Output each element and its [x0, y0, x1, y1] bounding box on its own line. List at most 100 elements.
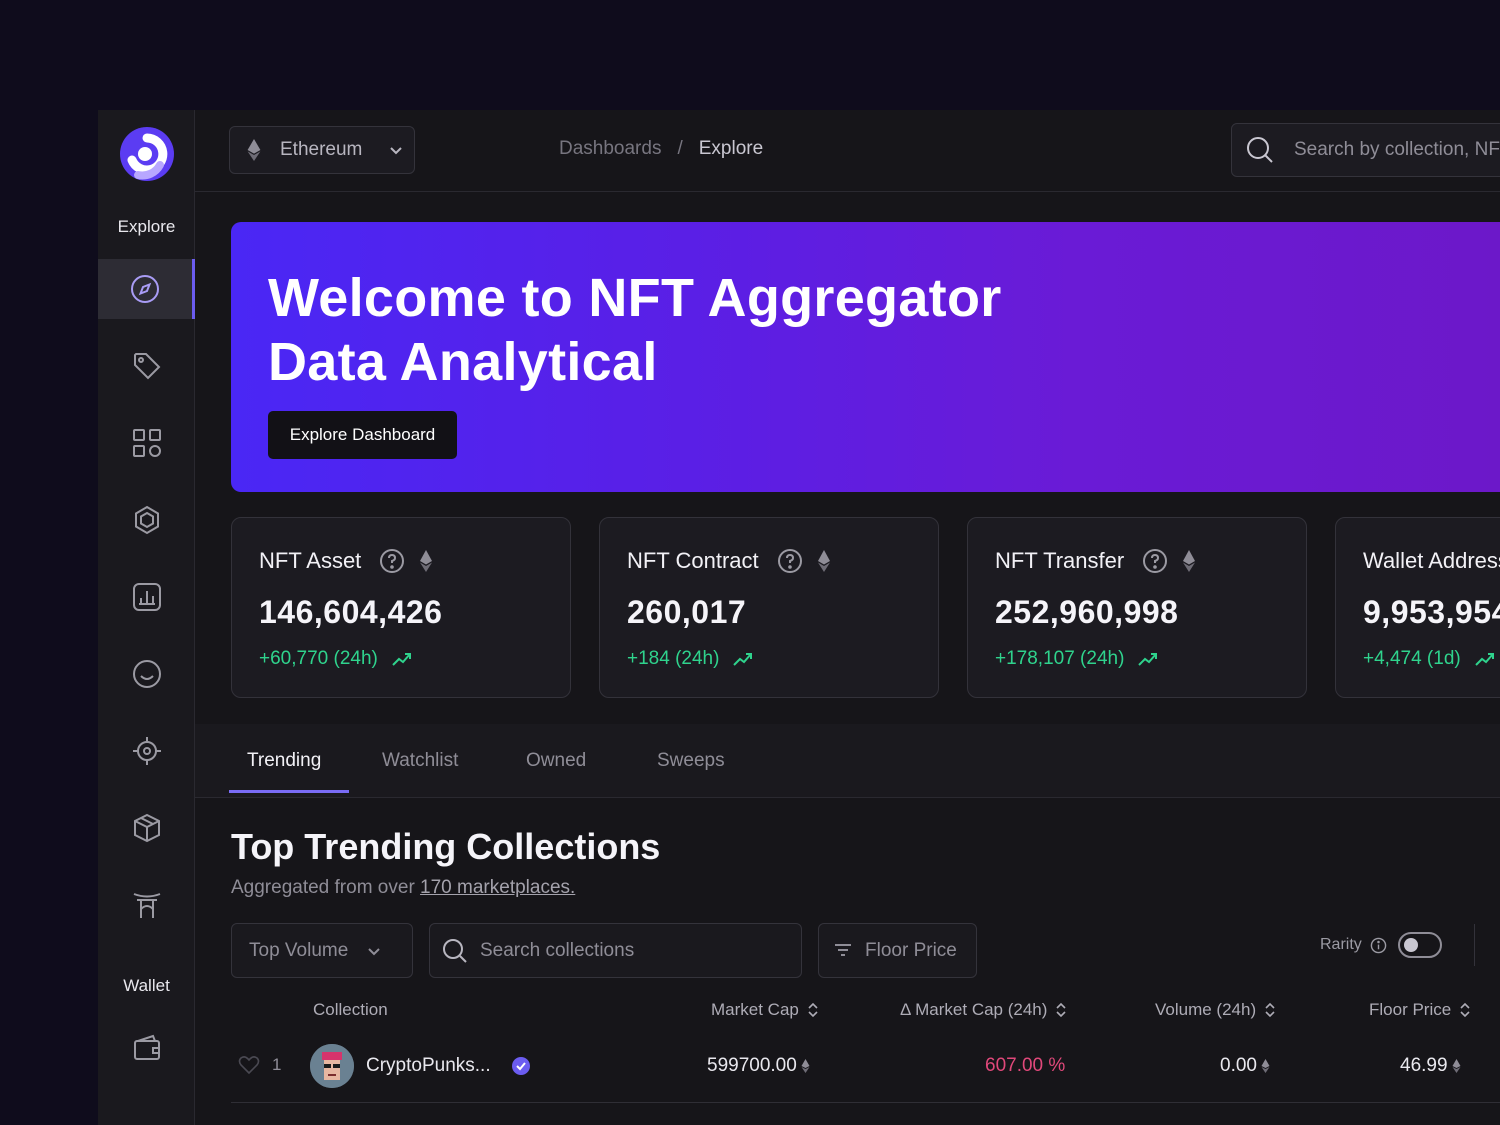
global-search-placeholder: Search by collection, NFT, and user	[1294, 139, 1500, 160]
sidebar-item-wallet[interactable]	[98, 1018, 195, 1078]
sidebar-item-marketplaces[interactable]	[98, 875, 195, 935]
tab-owned[interactable]: Owned	[526, 724, 586, 798]
breadcrumb-explore: Explore	[698, 138, 764, 159]
stat-card-change: +60,770 (24h)	[259, 648, 412, 670]
stat-card-title: NFT Transfer	[995, 548, 1196, 574]
box-icon	[133, 813, 160, 843]
avatar	[310, 1044, 354, 1088]
stat-card-title: Wallet Addresses	[1363, 548, 1500, 574]
section-title: Top Trending Collections	[231, 826, 661, 867]
app-logo	[120, 127, 174, 181]
trend-up-icon	[1475, 653, 1494, 666]
sidebar-item-dashboards[interactable]	[98, 413, 195, 473]
chevron-down-icon	[368, 947, 381, 955]
volume-value: 0.00	[1220, 1055, 1257, 1076]
rarity-toggle[interactable]	[1397, 932, 1442, 958]
ethereum-icon	[817, 550, 830, 572]
collection-search-input[interactable]: Search collections	[429, 923, 802, 978]
section-subtitle-text: Aggregated from over	[231, 877, 421, 898]
stat-card-title-text: NFT Contract	[627, 548, 759, 573]
network-select-value: Ethereum	[280, 139, 363, 160]
toggle-knob	[1403, 938, 1418, 952]
search-icon	[443, 938, 467, 963]
compass-icon	[131, 275, 159, 303]
sidebar-item-tags[interactable]	[98, 336, 195, 396]
sort-icon	[1265, 1002, 1275, 1018]
floor-price-cell: 46.99	[1400, 1055, 1461, 1077]
stat-card-change-text: +4,474 (1d)	[1363, 648, 1461, 669]
sidebar-wallet-label: Wallet	[123, 976, 170, 995]
column-header-floor-price[interactable]: Floor Price	[1369, 1000, 1471, 1020]
stat-card-value: 252,960,998	[995, 594, 1179, 630]
collection-cell[interactable]: CryptoPunks...	[366, 1055, 531, 1077]
collection-name: CryptoPunks...	[366, 1055, 491, 1076]
column-header-market-cap[interactable]: Market Cap	[711, 1000, 819, 1020]
hero-title: Welcome to NFT Aggregator Data Analytica…	[268, 266, 1002, 394]
smile-icon	[132, 660, 161, 688]
tabs-bar: Trending Watchlist Owned Sweeps	[195, 724, 1500, 798]
sidebar-item-community[interactable]	[98, 644, 195, 704]
sort-select[interactable]: Top Volume	[231, 923, 413, 978]
rarity-control: Rarity	[1320, 932, 1442, 958]
tag-icon	[133, 353, 160, 380]
column-header-volume[interactable]: Volume (24h)	[1155, 1000, 1276, 1020]
heart-icon[interactable]	[238, 1055, 260, 1075]
global-search-input[interactable]: Search by collection, NFT, and user	[1231, 123, 1500, 177]
stat-card-change-text: +184 (24h)	[627, 648, 720, 669]
search-icon	[1247, 137, 1273, 163]
help-icon[interactable]	[1142, 548, 1168, 574]
sidebar-item-tracker[interactable]	[98, 721, 195, 781]
chevron-down-icon	[390, 147, 402, 155]
section-subtitle: Aggregated from over 170 marketplaces.	[231, 877, 575, 899]
stat-card-value: 146,604,426	[259, 594, 443, 630]
sidebar-explore-label: Explore	[117, 217, 176, 236]
tab-watchlist[interactable]: Watchlist	[382, 724, 458, 798]
ethereum-icon	[1261, 1059, 1270, 1073]
ethereum-icon	[801, 1059, 810, 1073]
stat-card-title-text: Wallet Addresses	[1363, 548, 1500, 573]
stat-card-change: +178,107 (24h)	[995, 648, 1158, 670]
info-icon[interactable]	[1370, 937, 1387, 954]
sidebar-item-contracts[interactable]	[98, 490, 195, 550]
market-cap-cell: 599700.00	[707, 1055, 810, 1077]
floor-price-value: 46.99	[1400, 1055, 1448, 1076]
row-rank: 1	[272, 1055, 282, 1074]
rarity-label: Rarity	[1320, 936, 1362, 953]
breadcrumb-dashboards[interactable]: Dashboards	[559, 138, 661, 160]
sort-icon	[808, 1002, 818, 1018]
stat-card-title-text: NFT Transfer	[995, 548, 1125, 573]
app-window: Explore Wallet Ethereum Dashboards / Exp…	[98, 110, 1500, 1125]
stat-card-value: 9,953,954	[1363, 594, 1500, 630]
chart-icon	[132, 583, 161, 611]
sidebar-item-analytics[interactable]	[98, 567, 195, 627]
column-header-collection: Collection	[313, 1000, 388, 1020]
tab-trending[interactable]: Trending	[247, 724, 321, 798]
floor-price-filter-button[interactable]: Floor Price	[818, 923, 977, 978]
sidebar-item-assets[interactable]	[98, 798, 195, 858]
verified-badge-icon	[511, 1057, 530, 1075]
ethereum-icon	[247, 139, 261, 161]
sort-icon	[1460, 1002, 1470, 1018]
sort-select-value: Top Volume	[249, 939, 349, 961]
ethereum-icon	[420, 550, 433, 572]
trend-up-icon	[392, 653, 411, 666]
help-icon[interactable]	[379, 548, 405, 574]
column-header-delta-market-cap-label: Δ Market Cap (24h)	[900, 1000, 1048, 1019]
sidebar-item-explore[interactable]	[98, 259, 195, 319]
target-icon	[132, 737, 161, 765]
stat-card-change-text: +178,107 (24h)	[995, 648, 1125, 669]
marketplaces-link[interactable]: 170 marketplaces.	[420, 877, 575, 898]
tab-sweeps[interactable]: Sweeps	[657, 724, 725, 798]
column-header-delta-market-cap[interactable]: Δ Market Cap (24h)	[900, 1000, 1067, 1020]
help-icon[interactable]	[777, 548, 803, 574]
cryptopunk-avatar-image	[310, 1044, 354, 1088]
sort-icon	[1056, 1002, 1066, 1018]
trend-up-icon	[733, 653, 753, 666]
top-bar: Ethereum Dashboards / Explore Search by …	[195, 110, 1500, 192]
network-select[interactable]: Ethereum	[229, 126, 415, 174]
explore-dashboard-button[interactable]: Explore Dashboard	[268, 411, 457, 459]
filter-icon	[835, 943, 851, 956]
hero-title-line1: Welcome to NFT Aggregator	[268, 268, 1002, 328]
delta-market-cap-cell: 607.00 %	[985, 1055, 1066, 1076]
market-cap-value: 599700.00	[707, 1055, 797, 1076]
